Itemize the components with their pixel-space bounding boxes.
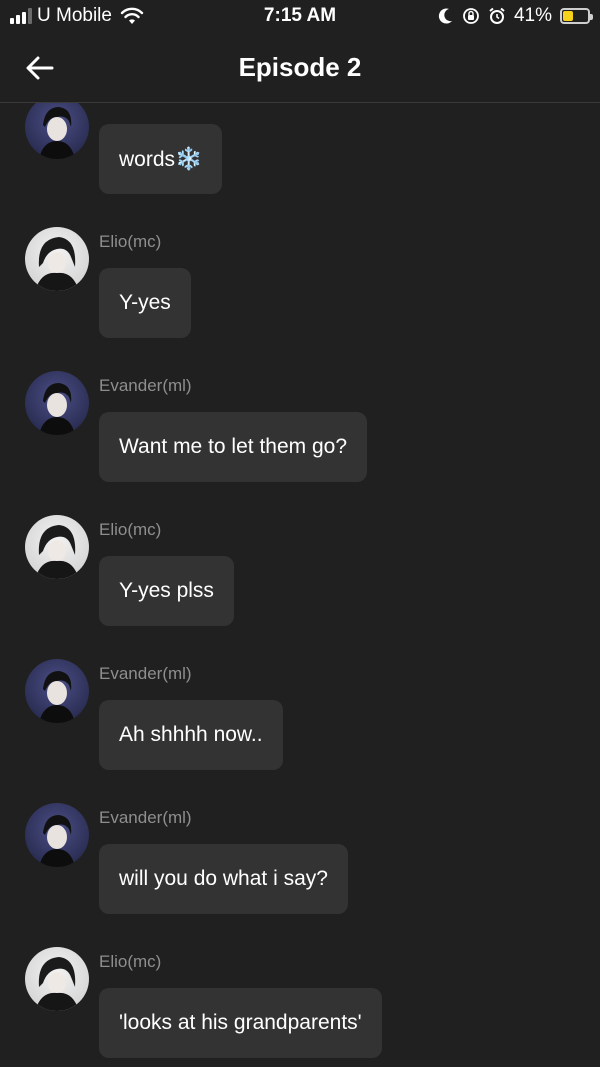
sender-name: Elio(mc) <box>99 952 162 971</box>
message-bubble[interactable]: words❄️ <box>99 124 223 194</box>
evander-avatar[interactable] <box>25 803 89 867</box>
elio-avatar[interactable] <box>25 947 89 1011</box>
message-text: 'looks at his grandparents' <box>119 1011 362 1034</box>
evander-avatar[interactable] <box>25 95 89 159</box>
message-bubble[interactable]: Want me to let them go? <box>99 412 367 482</box>
message-text: Y-yes plss <box>119 579 214 602</box>
battery-level <box>563 11 573 21</box>
moon-icon <box>438 8 452 24</box>
message-bubble[interactable]: Ah shhhh now.. <box>99 700 283 770</box>
elio-avatar[interactable] <box>25 227 89 291</box>
message-text: will you do what i say? <box>119 867 328 890</box>
sender-name: Evander(ml) <box>99 376 192 395</box>
message-bubble[interactable]: Y-yes <box>99 268 191 338</box>
header-bar: Episode 2 <box>0 34 600 103</box>
orientation-lock-icon <box>463 8 479 24</box>
message-bubble[interactable]: 'looks at his grandparents' <box>99 988 382 1058</box>
battery-percent: 41% <box>513 5 552 26</box>
evander-avatar[interactable] <box>25 371 89 435</box>
status-bar: U Mobile 7:15 AM 41% <box>0 0 600 34</box>
sender-name: Evander(ml) <box>99 808 192 827</box>
evander-avatar[interactable] <box>25 659 89 723</box>
page-title: Episode 2 <box>238 52 362 82</box>
alarm-icon <box>489 7 505 24</box>
message-bubble[interactable]: Y-yes plss <box>99 556 234 626</box>
message-text: Want me to let them go? <box>119 435 347 458</box>
message-text: Y-yes <box>119 291 171 314</box>
status-right: 41% <box>438 5 593 27</box>
elio-avatar[interactable] <box>25 515 89 579</box>
message-text: words <box>119 148 176 171</box>
sender-name: Elio(mc) <box>99 232 162 251</box>
sender-name: Elio(mc) <box>99 520 162 539</box>
snowflake-icon: ❄️ <box>175 146 203 171</box>
message-text: Ah shhhh now.. <box>119 723 263 746</box>
message-bubble[interactable]: will you do what i say? <box>99 844 348 914</box>
battery-icon <box>560 8 593 24</box>
sender-name: Evander(ml) <box>99 664 192 683</box>
